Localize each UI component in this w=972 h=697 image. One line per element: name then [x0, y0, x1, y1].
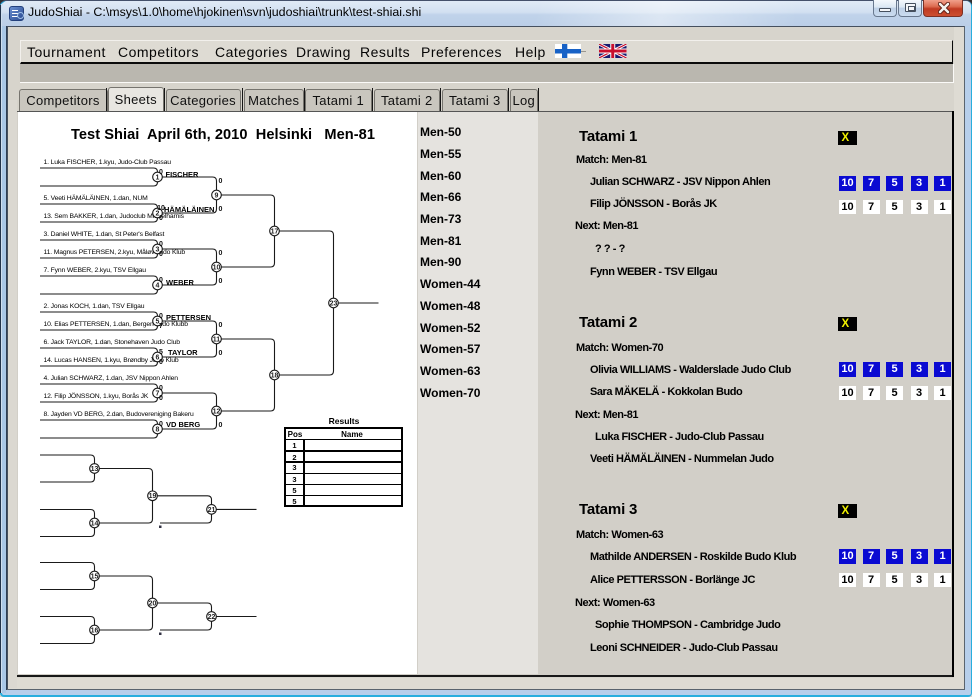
svg-text:23: 23 [330, 300, 338, 307]
svg-text:9: 9 [215, 192, 219, 199]
svg-text:22: 22 [208, 614, 216, 621]
svg-text:13: 13 [91, 466, 99, 473]
svg-text:17: 17 [271, 228, 279, 235]
svg-text:20: 20 [149, 600, 157, 607]
svg-text:11: 11 [213, 336, 221, 343]
svg-text:21: 21 [208, 507, 216, 514]
svg-text:15: 15 [91, 573, 99, 580]
svg-text:19: 19 [149, 493, 157, 500]
svg-text:10: 10 [213, 264, 221, 271]
svg-text:14: 14 [91, 520, 99, 527]
svg-text:18: 18 [271, 372, 279, 379]
svg-text:16: 16 [91, 627, 99, 634]
svg-text:12: 12 [213, 408, 221, 415]
